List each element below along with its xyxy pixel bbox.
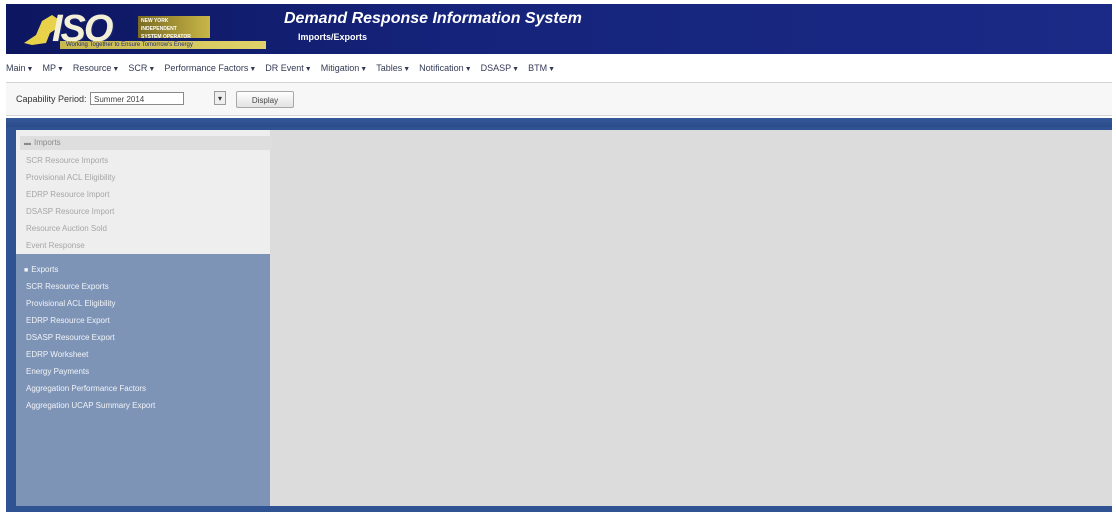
menu-label: DR Event [265, 63, 304, 73]
menu-label: SCR [128, 63, 148, 73]
exports-link-scr-resource-exports[interactable]: SCR Resource Exports [26, 282, 109, 291]
menu-performance-factors[interactable]: Performance Factors▼ [164, 63, 256, 73]
dropdown-arrow-icon[interactable]: ▾ [214, 91, 226, 105]
menu-label: Main [6, 63, 26, 73]
imports-link-dsasp-resource-import[interactable]: DSASP Resource Import [26, 207, 114, 216]
caret-down-icon: ▼ [512, 66, 520, 73]
caret-down-icon: ▼ [548, 66, 556, 73]
menu-label: Resource [72, 63, 112, 73]
menu-dsasp[interactable]: DSASP▼ [481, 63, 519, 73]
app-title: Demand Response Information System [284, 10, 582, 27]
exports-link-energy-payments[interactable]: Energy Payments [26, 367, 89, 376]
capability-period-label: Capability Period: [16, 94, 87, 104]
caret-down-icon: ▼ [26, 66, 34, 73]
display-button[interactable]: Display [236, 91, 294, 108]
menu-main[interactable]: Main▼ [6, 63, 33, 73]
menu-label: DSASP [480, 63, 512, 73]
exports-header-label: Exports [31, 265, 59, 274]
header-banner: ISO NEW YORK INDEPENDENT SYSTEM OPERATOR… [6, 4, 1112, 54]
imports-link-edrp-resource-import[interactable]: EDRP Resource Import [26, 190, 109, 199]
caret-down-icon: ▼ [464, 66, 472, 73]
imports-header-label: Imports [34, 138, 61, 147]
logo-tagline: Working Together to Ensure Tomorrow's En… [60, 41, 266, 49]
menu-label: Tables [376, 63, 403, 73]
frame-top-bar [6, 118, 1112, 127]
capability-toolbar: Capability Period: Summer 2014 ▾ Display [6, 82, 1112, 116]
content-area [270, 130, 1112, 506]
logo-org-name: NEW YORK INDEPENDENT SYSTEM OPERATOR [138, 16, 210, 40]
main-menu-bar: Main▼ MP▼ Resource▼ SCR▼ Performance Fac… [6, 58, 1112, 78]
collapse-icon: ■ [24, 267, 29, 274]
menu-resource[interactable]: Resource▼ [73, 63, 119, 73]
imports-link-scr-resource-imports[interactable]: SCR Resource Imports [26, 156, 108, 165]
capability-period-select[interactable]: Summer 2014 [90, 92, 184, 105]
exports-section-header[interactable]: ■ Exports [20, 263, 268, 277]
menu-btm[interactable]: BTM▼ [528, 63, 555, 73]
caret-down-icon: ▼ [148, 66, 156, 73]
menu-scr[interactable]: SCR▼ [128, 63, 155, 73]
caret-down-icon: ▼ [304, 66, 312, 73]
logo-org-line: INDEPENDENT [141, 26, 177, 32]
menu-label: Notification [419, 63, 464, 73]
imports-link-event-response[interactable]: Event Response [26, 241, 85, 250]
menu-label: Mitigation [320, 63, 360, 73]
app-window: ISO NEW YORK INDEPENDENT SYSTEM OPERATOR… [0, 0, 1116, 517]
caret-down-icon: ▼ [56, 66, 64, 73]
logo-org-line: NEW YORK [141, 18, 169, 24]
imports-link-resource-auction-sold[interactable]: Resource Auction Sold [26, 224, 107, 233]
imports-section-header[interactable]: ▬ Imports [20, 136, 272, 150]
caret-down-icon: ▼ [403, 66, 411, 73]
menu-dr-event[interactable]: DR Event▼ [265, 63, 311, 73]
exports-link-edrp-resource-export[interactable]: EDRP Resource Export [26, 316, 110, 325]
menu-notification[interactable]: Notification▼ [419, 63, 471, 73]
logo-org-line: SYSTEM OPERATOR [141, 34, 191, 40]
nyiso-logo: ISO NEW YORK INDEPENDENT SYSTEM OPERATOR… [22, 8, 266, 50]
caret-down-icon: ▼ [112, 66, 120, 73]
exports-link-aggregation-performance-factors[interactable]: Aggregation Performance Factors [26, 384, 146, 393]
menu-label: Performance Factors [164, 63, 249, 73]
exports-link-edrp-worksheet[interactable]: EDRP Worksheet [26, 350, 88, 359]
exports-link-aggregation-ucap-summary-export[interactable]: Aggregation UCAP Summary Export [26, 401, 155, 410]
menu-label: BTM [528, 63, 548, 73]
collapse-icon: ▬ [24, 140, 31, 147]
menu-label: MP [42, 63, 56, 73]
exports-link-provisional-acl-eligibility[interactable]: Provisional ACL Eligibility [26, 299, 116, 308]
exports-link-dsasp-resource-export[interactable]: DSASP Resource Export [26, 333, 115, 342]
page-subtitle: Imports/Exports [298, 32, 368, 42]
menu-mitigation[interactable]: Mitigation▼ [321, 63, 367, 73]
menu-tables[interactable]: Tables▼ [376, 63, 410, 73]
imports-link-provisional-acl-eligibility[interactable]: Provisional ACL Eligibility [26, 173, 116, 182]
caret-down-icon: ▼ [249, 66, 257, 73]
menu-mp[interactable]: MP▼ [42, 63, 63, 73]
caret-down-icon: ▼ [360, 66, 368, 73]
